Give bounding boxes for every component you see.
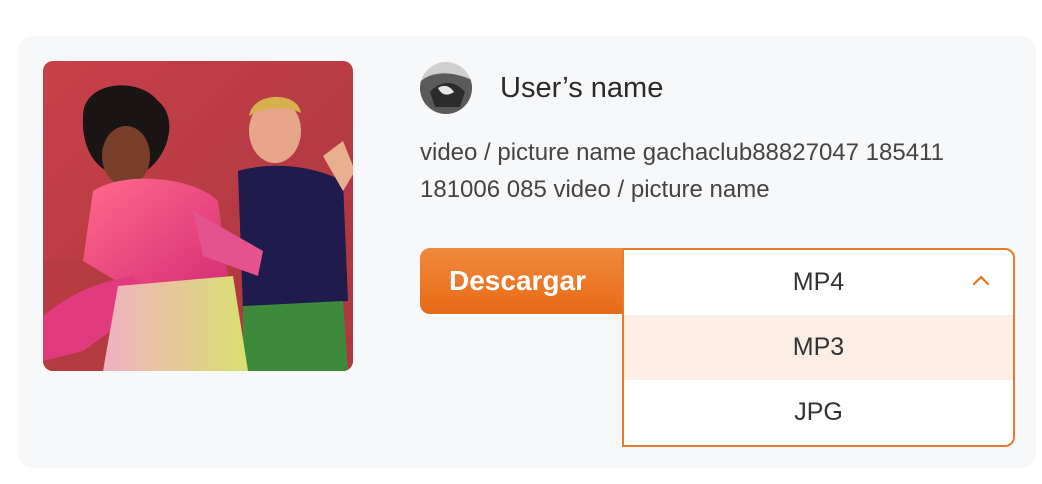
user-avatar [420, 62, 472, 114]
selected-format-label: MP4 [792, 268, 845, 296]
chevron-up-icon[interactable] [971, 273, 991, 287]
format-option-jpg[interactable]: JPG [624, 380, 1013, 445]
user-name: User’s name [500, 72, 664, 104]
format-select-current[interactable]: MP4 [624, 250, 1013, 315]
media-name: video / picture name gachaclub88827047 1… [420, 139, 944, 203]
media-thumbnail [43, 61, 353, 371]
format-option-mp3[interactable]: MP3 [624, 315, 1013, 380]
format-dropdown[interactable]: MP4 MP3 JPG [622, 248, 1015, 447]
download-button[interactable]: Descargar [420, 248, 632, 314]
